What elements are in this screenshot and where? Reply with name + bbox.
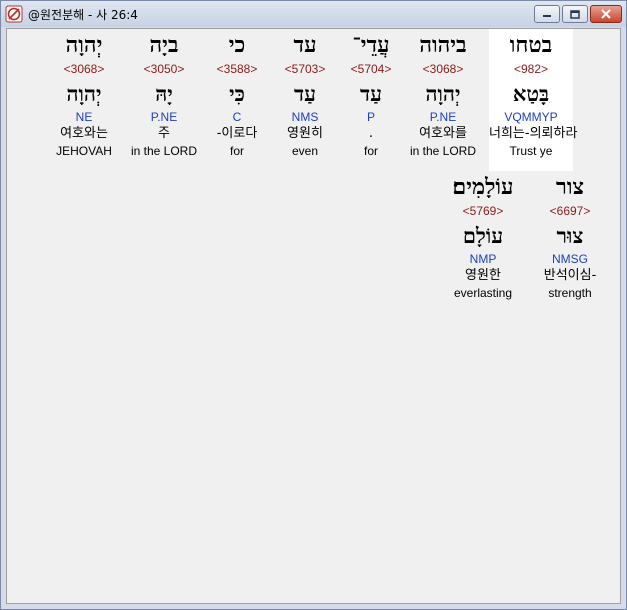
title-bar[interactable]: @원전분해 - 사 26:4	[1, 1, 626, 27]
app-window: @원전분해 - 사 26:4 בטחו <982> בָּטַא VQMMYP …	[0, 0, 627, 610]
morphology-code: NMP	[469, 252, 497, 266]
korean-gloss: 영원한	[465, 268, 501, 283]
hebrew-word: בטחו	[509, 32, 553, 58]
hebrew-lemma: יָהּ	[155, 81, 173, 106]
hebrew-word: ביהוה	[419, 32, 467, 58]
strong-number[interactable]: <3050>	[122, 61, 206, 77]
minimize-icon	[543, 15, 551, 17]
hebrew-lemma: כִּי	[229, 81, 245, 106]
hebrew-lemma: צוּר	[556, 223, 584, 248]
close-icon	[601, 9, 611, 19]
english-gloss: JEHOVAH	[56, 144, 112, 158]
korean-gloss: 주	[158, 126, 170, 141]
hebrew-lemma: יְהוָה	[425, 81, 461, 106]
strong-number[interactable]: <982>	[489, 61, 573, 77]
maximize-icon	[570, 9, 580, 19]
hebrew-word: יְהוָה	[65, 32, 103, 58]
word-block[interactable]: יְהוָה <3068> יְהוָה NE 여호와는 JEHOVAH	[42, 29, 126, 159]
morphology-code: VQMMYP	[504, 110, 558, 124]
english-gloss: in the LORD	[409, 144, 477, 158]
morphology-code: P.NE	[429, 110, 457, 124]
word-block[interactable]: בטחו <982> בָּטַא VQMMYP 너희는-의뢰하라 Trust …	[489, 29, 578, 171]
english-gloss: for	[229, 144, 244, 158]
korean-gloss: 너희는-의뢰하라	[489, 126, 578, 141]
korean-gloss: 여호와는	[60, 126, 108, 141]
hebrew-word: כי	[228, 32, 246, 58]
morphology-code: P.NE	[150, 110, 178, 124]
word-block[interactable]: ביהוה <3068> יְהוָה P.NE 여호와를 in the LOR…	[401, 29, 485, 159]
maximize-button[interactable]	[562, 5, 588, 23]
hebrew-word: צור	[556, 174, 584, 200]
word-block[interactable]: ביָה <3050> יָהּ P.NE 주 in the LORD	[122, 29, 206, 159]
korean-gloss: 여호와를	[419, 126, 467, 141]
window-title: @원전분해 - 사 26:4	[28, 7, 138, 22]
word-block[interactable]: צור <6697> צוּר NMSG 반석이심- strength	[528, 171, 612, 301]
morphology-code: NMSG	[552, 252, 588, 266]
korean-gloss: 반석이심-	[543, 268, 597, 283]
hebrew-word: ביָה	[149, 32, 179, 58]
english-gloss: everlasting	[453, 286, 513, 300]
morphology-code: NE	[75, 110, 93, 124]
hebrew-lemma: יְהוָה	[66, 81, 102, 106]
strong-number[interactable]: <5769>	[437, 203, 529, 219]
strong-number[interactable]: <3068>	[401, 61, 485, 77]
hebrew-word: עוֹלָמִים׃	[452, 174, 514, 200]
english-gloss: in the LORD	[130, 144, 198, 158]
korean-gloss: -이로다	[216, 126, 258, 141]
word-block[interactable]: כי <3588> כִּי C -이로다 for	[195, 29, 279, 159]
english-gloss: Trust ye	[509, 144, 553, 158]
close-button[interactable]	[590, 5, 622, 23]
strong-number[interactable]: <3588>	[195, 61, 279, 77]
analysis-pane: בטחו <982> בָּטַא VQMMYP 너희는-의뢰하라 Trust …	[6, 28, 621, 604]
strong-number[interactable]: <3068>	[42, 61, 126, 77]
morphology-code: C	[232, 110, 242, 124]
hebrew-lemma: עוֹלָם	[462, 223, 504, 248]
minimize-button[interactable]	[534, 5, 560, 23]
hebrew-lemma: בָּטַא	[512, 81, 550, 106]
word-block[interactable]: עוֹלָמִים׃ <5769> עוֹלָם NMP 영원한 everlas…	[437, 171, 529, 301]
app-logo-icon	[5, 5, 23, 23]
strong-number[interactable]: <6697>	[528, 203, 612, 219]
english-gloss: strength	[548, 286, 592, 300]
